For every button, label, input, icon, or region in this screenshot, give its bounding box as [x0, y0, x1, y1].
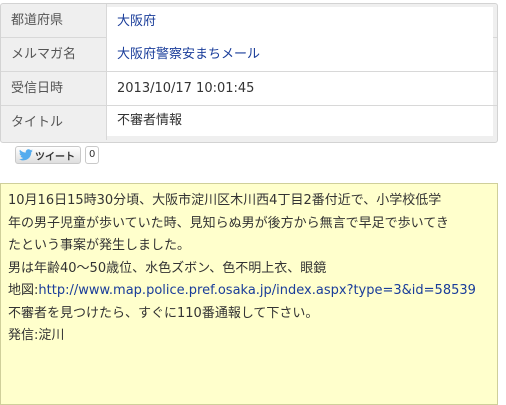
prefecture-link[interactable]: 大阪府 [117, 14, 156, 29]
prefecture-value: 大阪府 [107, 7, 493, 38]
info-row-prefecture: 都道府県 大阪府 [1, 4, 497, 38]
message-line: 不審者を見つけたら、すぐに110番通報して下さい。 [8, 305, 319, 321]
received-value: 2013/10/17 10:01:45 [107, 72, 493, 105]
message-line: 10月16日15時30分頃、大阪市淀川区木川西4丁目2番付近で、小学校低学 [8, 193, 442, 208]
tweet-count: 0 [85, 146, 100, 164]
tweet-label: ツイート [35, 151, 75, 163]
magazine-label: メルマガ名 [1, 38, 107, 71]
social-share-area: ツイート 0 [15, 145, 100, 165]
page: 都道府県 大阪府 メルマガ名 大阪府警察安まちメール 受信日時 2013/10/… [0, 0, 506, 405]
mail-info-table: 都道府県 大阪府 メルマガ名 大阪府警察安まちメール 受信日時 2013/10/… [0, 3, 498, 143]
info-row-title: タイトル 不審者情報 [1, 106, 497, 140]
title-label: タイトル [1, 106, 107, 140]
message-line: 年の男子児童が歩いていた時、見知らぬ男が後方から無言で早足で歩いてき [8, 215, 449, 231]
magazine-link[interactable]: 大阪府警察安まちメール [117, 47, 260, 62]
message-line: 男は年齢40～50歳位、水色ズボン、色不明上衣、眼鏡 [8, 260, 327, 276]
received-label: 受信日時 [1, 72, 107, 105]
magazine-value: 大阪府警察安まちメール [107, 38, 493, 71]
info-row-received: 受信日時 2013/10/17 10:01:45 [1, 72, 497, 106]
map-line: 地図:http://www.map.police.pref.osaka.jp/i… [8, 280, 490, 303]
map-prefix: 地図: [8, 283, 39, 298]
twitter-bird-icon [19, 149, 33, 161]
title-value: 不審者情報 [107, 106, 493, 136]
prefecture-label: 都道府県 [1, 4, 107, 37]
tweet-button[interactable]: ツイート [15, 146, 81, 164]
info-row-magazine: メルマガ名 大阪府警察安まちメール [1, 38, 497, 72]
message-body: 10月16日15時30分頃、大阪市淀川区木川西4丁目2番付近で、小学校低学 年の… [0, 183, 498, 405]
message-line: たという事案が発生しました。 [8, 238, 191, 253]
sender-line: 発信:淀川 [8, 328, 65, 343]
map-link[interactable]: http://www.map.police.pref.osaka.jp/inde… [38, 283, 476, 298]
